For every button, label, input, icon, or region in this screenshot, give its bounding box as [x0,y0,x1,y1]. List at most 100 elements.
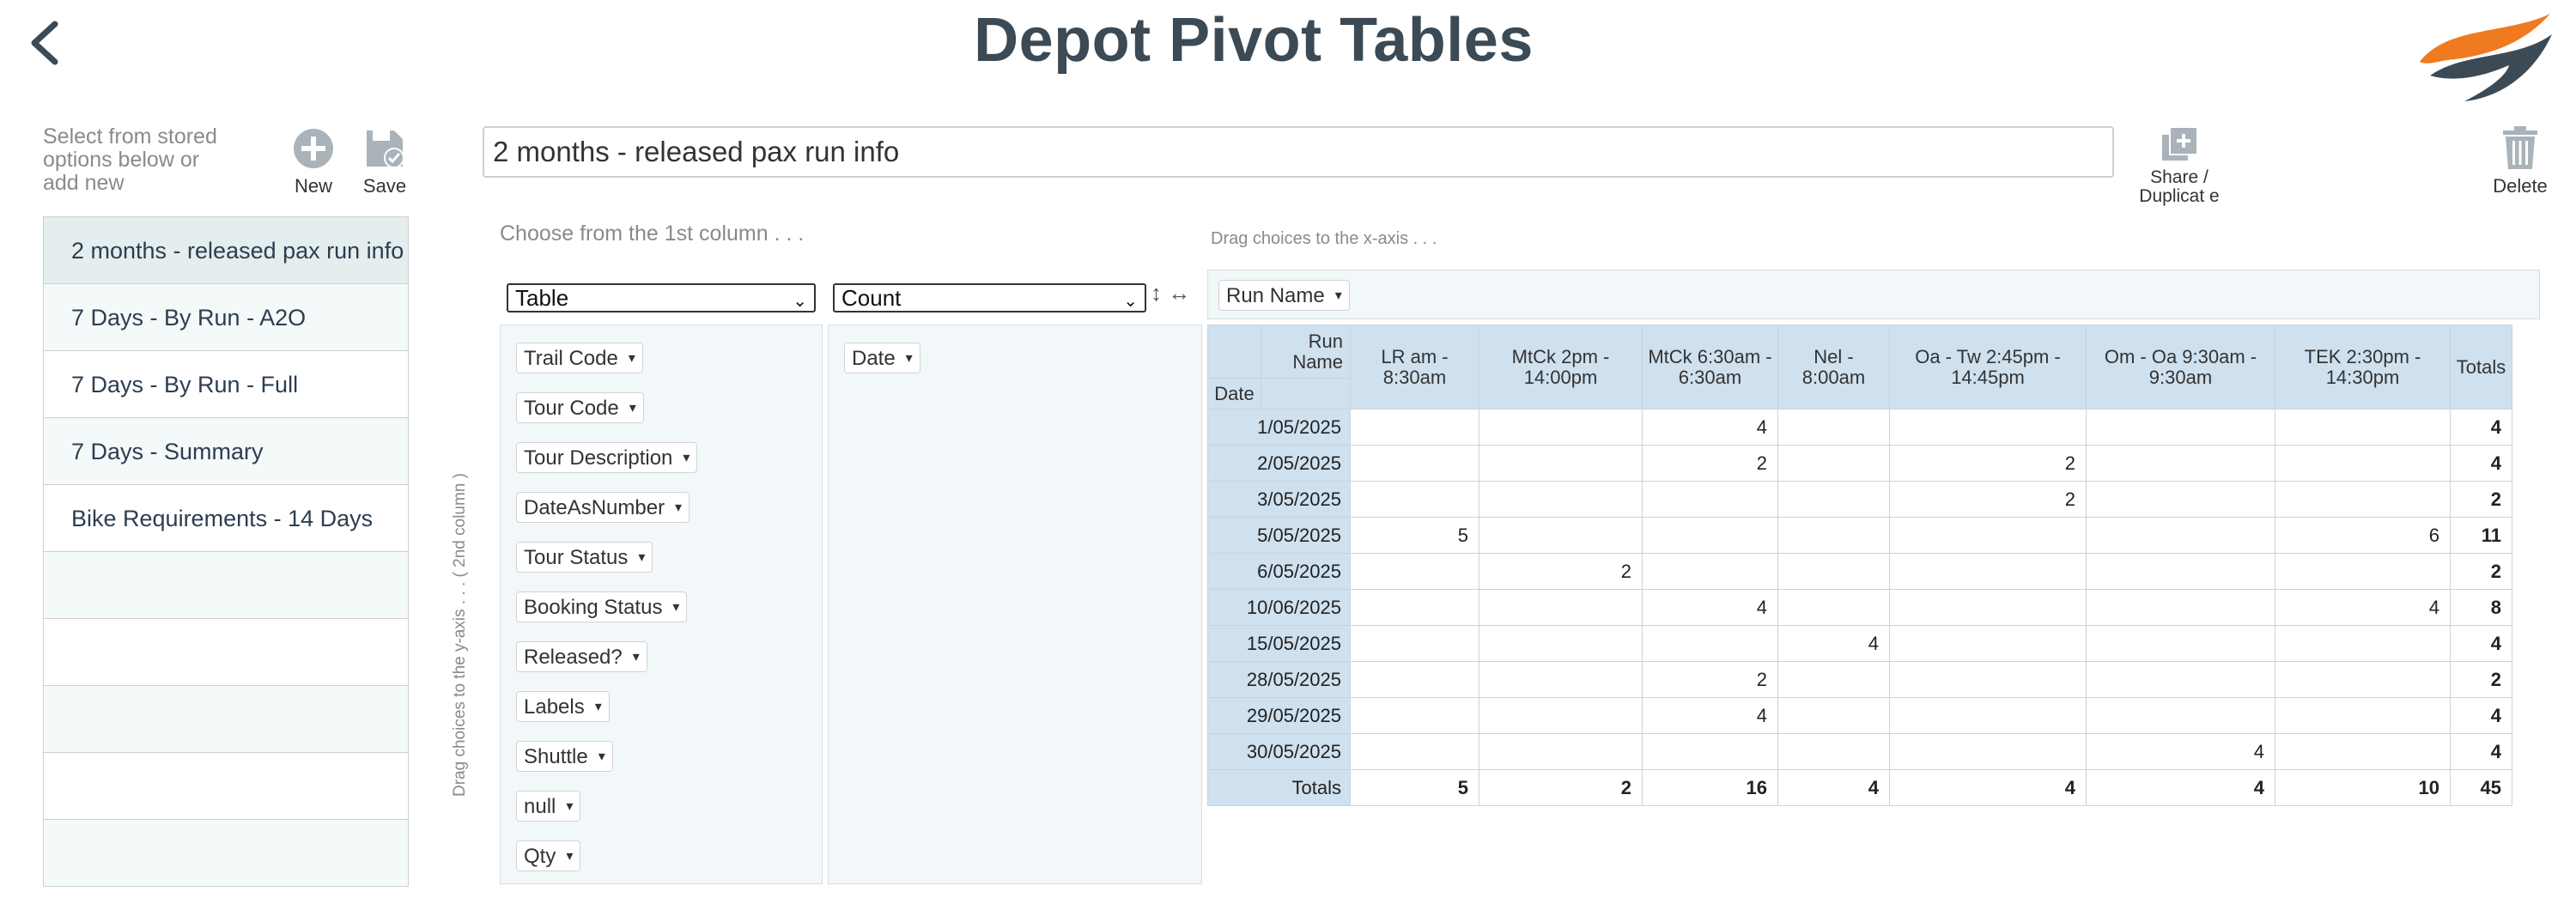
pivot-cell [2086,517,2275,554]
pivot-name-input[interactable] [483,126,2114,178]
field-label: Labels [524,695,585,719]
pivot-cell [2086,661,2275,698]
chevron-down-icon: ⌄ [793,292,807,311]
pivot-cell [1889,517,2087,554]
field-pill[interactable]: DateAsNumber ▾ [516,492,690,523]
pivot-cell: 4 [2275,589,2451,626]
save-button[interactable]: Save [359,127,410,197]
field-pill[interactable]: Shuttle ▾ [516,741,613,772]
pivot-cell: 2 [1479,553,1643,590]
stored-option[interactable]: 2 months - released pax run info [44,217,408,284]
column-header[interactable]: LR am - 8:30am [1350,325,1479,410]
pivot-cell [2086,409,2275,446]
stored-option[interactable]: 7 Days - By Run - Full [44,351,408,418]
row-total: 11 [2450,517,2512,554]
field-label: Booking Status [524,596,663,619]
table-row: 15/05/2025 4 4 [1207,625,2512,662]
pivot-cell [2275,661,2451,698]
pivot-cell [1350,625,1479,662]
row-sort-icon[interactable]: ↕ [1151,280,1162,306]
renderer-select[interactable]: Table ⌄ [507,283,816,312]
caret-down-icon: ▾ [629,401,636,416]
pivot-cell [1479,589,1643,626]
caret-down-icon: ▾ [905,351,913,366]
aggregator-select[interactable]: Count ⌄ [833,283,1146,312]
table-row: 29/05/2025 4 4 [1207,697,2512,734]
pivot-cell: 2 [1889,481,2087,518]
column-header[interactable]: Oa - Tw 2:45pm - 14:45pm [1889,325,2087,410]
caret-down-icon: ▾ [683,451,690,465]
field-pill[interactable]: Trail Code ▾ [516,343,643,373]
pivot-cell [1777,445,1890,482]
stored-option-empty[interactable] [44,686,408,753]
field-pill[interactable]: Tour Description ▾ [516,442,698,473]
caret-down-icon: ▾ [566,849,574,864]
field-pill[interactable]: Tour Status ▾ [516,542,653,573]
pivot-cell [1889,589,2087,626]
corner-cell [1207,325,1261,379]
pivot-cell [2086,697,2275,734]
field-pill[interactable]: Booking Status ▾ [516,592,688,622]
stored-options-list: 2 months - released pax run info 7 Days … [43,216,409,887]
delete-button[interactable]: Delete [2482,125,2559,197]
row-header-date: 29/05/2025 [1207,697,1351,734]
table-row: 3/05/2025 2 2 [1207,481,2512,518]
pivot-cell [1642,553,1778,590]
new-button[interactable]: New [288,127,339,197]
field-label: Released? [524,646,623,669]
row-fields-panel: Date ▾ [828,325,1202,884]
stored-option-empty[interactable] [44,619,408,686]
column-total: 16 [1642,769,1778,806]
field-pill[interactable]: Qty ▾ [516,840,581,871]
pivot-cell [1889,625,2087,662]
brand-logo [2413,9,2559,107]
xaxis-hint: Drag choices to the x-axis . . . [1211,229,1437,248]
field-pill[interactable]: Tour Code ▾ [516,392,644,423]
pivot-cell [1777,481,1890,518]
column-header[interactable]: MtCk 6:30am - 6:30am [1642,325,1778,410]
caret-down-icon: ▾ [594,700,602,714]
table-row: 6/05/2025 2 2 [1207,553,2512,590]
stored-option[interactable]: 7 Days - Summary [44,418,408,485]
save-disk-icon [367,130,404,168]
pivot-cell [2086,589,2275,626]
table-row: 2/05/2025 2 2 4 [1207,445,2512,482]
stored-option-empty[interactable] [44,753,408,820]
pivot-cell [1350,409,1479,446]
row-total: 4 [2450,733,2512,770]
pivot-cell: 2 [1642,661,1778,698]
column-header[interactable]: Nel - 8:00am [1777,325,1890,410]
page-title: Depot Pivot Tables [974,6,1534,75]
share-duplicate-button[interactable]: Share / Duplicat e [2136,125,2222,206]
pivot-cell [2275,553,2451,590]
pivot-cell [1777,553,1890,590]
col-sort-icon[interactable]: ↔ [1168,280,1190,306]
field-label: Run Name [1226,284,1325,307]
pivot-cell [1889,409,2087,446]
field-pill[interactable]: Labels ▾ [516,691,610,722]
row-header-date: 5/05/2025 [1207,517,1351,554]
column-total: 4 [1777,769,1890,806]
field-label: DateAsNumber [524,496,665,519]
column-header[interactable]: MtCk 2pm - 14:00pm [1479,325,1643,410]
caret-down-icon: ▾ [628,351,635,366]
field-label: Qty [524,845,556,868]
column-total: 4 [2086,769,2275,806]
pivot-cell [1642,481,1778,518]
row-field-pill[interactable]: Date ▾ [844,343,920,373]
stored-option[interactable]: 7 Days - By Run - A2O [44,284,408,351]
field-pill[interactable]: Released? ▾ [516,641,647,672]
stored-option[interactable]: Bike Requirements - 14 Days [44,485,408,552]
caret-down-icon: ▾ [672,600,680,615]
field-pill[interactable]: null ▾ [516,791,581,822]
stored-option-empty[interactable] [44,820,408,887]
column-field-pill[interactable]: Run Name ▾ [1218,280,1350,311]
pivot-cell [1479,517,1643,554]
col-axis-label: Run Name [1261,325,1351,379]
field-label: Shuttle [524,745,588,768]
pivot-cell [2275,481,2451,518]
column-header[interactable]: Om - Oa 9:30am - 9:30am [2086,325,2275,410]
pivot-cell [1777,517,1890,554]
stored-option-empty[interactable] [44,552,408,619]
column-header[interactable]: TEK 2:30pm - 14:30pm [2275,325,2451,410]
